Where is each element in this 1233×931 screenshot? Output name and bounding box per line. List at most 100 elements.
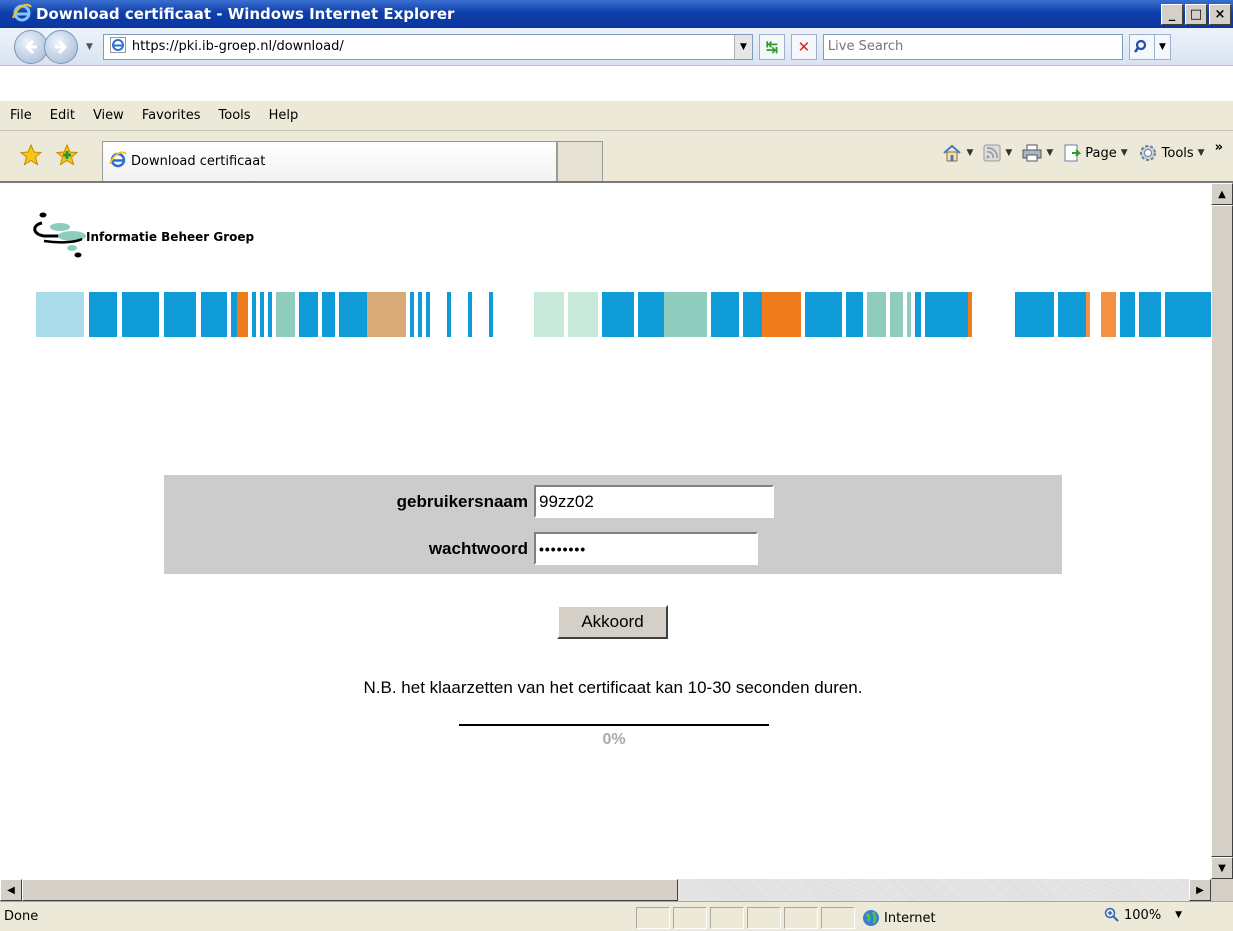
menu-edit[interactable]: Edit [50,108,75,123]
back-button[interactable] [14,29,48,64]
title-bar[interactable]: Download certificaat - Windows Internet … [0,0,1233,28]
toolbar-overflow-button[interactable]: » [1215,140,1223,155]
page-menu-button[interactable]: Page ▼ [1063,144,1128,162]
tab-download-certificaat[interactable]: Download certificaat [102,141,557,181]
add-to-favorites-icon[interactable] [55,143,79,169]
stripe-segment [201,292,227,337]
address-toolbar: ▼ https://pki.ib-groep.nl/download/ ▼ ↹ … [0,28,1233,66]
status-text: Done [4,909,39,924]
feeds-button[interactable]: ▼ [983,144,1012,162]
stripe-segment [602,292,634,337]
stripe-segment [451,292,468,337]
home-button[interactable]: ▼ [942,143,973,163]
zoom-icon [1104,907,1119,922]
search-field[interactable] [822,33,1123,60]
username-label: gebruikersnaam [396,491,528,511]
vertical-scrollbar[interactable]: ▲ ▼ [1211,183,1233,879]
gear-icon [1139,145,1156,161]
address-field[interactable]: https://pki.ib-groep.nl/download/ ▼ [102,33,753,60]
stripe-segment [276,292,295,337]
rss-icon [983,144,1001,162]
scroll-left-icon[interactable]: ◀ [0,879,22,901]
menu-file[interactable]: File [10,108,32,123]
password-input[interactable]: •••••••• [534,532,758,565]
stripe-segment [711,292,739,337]
stripe-segment [472,292,489,337]
stripe-segment [367,292,406,337]
zone-label: Internet [884,910,936,926]
search-icon [1133,39,1147,53]
recent-pages-dropdown-icon[interactable]: ▼ [86,42,93,52]
akkoord-button[interactable]: Akkoord [557,605,668,639]
stripe-segment [322,292,335,337]
ibg-logo-icon [33,212,86,258]
logo-text: Informatie Beheer Groep [86,230,255,244]
security-zone[interactable]: Internet [862,907,1096,929]
ibg-logo: Informatie Beheer Groep [30,211,254,261]
decorative-color-stripe [36,292,1211,337]
menu-tools[interactable]: Tools [219,108,251,123]
search-options-dropdown-icon[interactable]: ▼ [1154,33,1171,60]
menu-view[interactable]: View [93,108,124,123]
progress-bar [459,724,769,726]
forward-button[interactable] [44,29,78,64]
stripe-segment [339,292,367,337]
refresh-icon: ↹ [765,37,779,56]
horizontal-scroll-thumb[interactable] [22,879,678,901]
username-input[interactable]: 99zz02 [534,485,774,518]
tab-label: Download certificaat [131,154,266,169]
zoom-control[interactable]: 100% ▼ [1104,907,1182,923]
new-tab-button[interactable] [557,141,603,181]
status-pane [784,907,818,929]
stripe-segment [664,292,707,337]
scroll-down-icon[interactable]: ▼ [1211,857,1233,879]
stop-icon: ✕ [797,37,811,56]
favorites-bar: Download certificaat ▼ ▼ ▼ Page ▼ Tools … [0,131,1233,183]
ie-logo-icon [12,3,32,26]
address-dropdown-icon[interactable]: ▼ [733,34,752,59]
status-pane [636,907,670,929]
refresh-button[interactable]: ↹ [758,33,785,60]
password-label: wachtwoord [428,538,528,558]
stripe-segment [846,292,863,337]
stripe-segment [299,292,318,337]
horizontal-scrollbar[interactable]: ◀ ▶ [0,879,1211,901]
vertical-scroll-thumb[interactable] [1211,205,1233,857]
search-input[interactable] [823,39,1122,54]
stripe-segment [1120,292,1135,337]
menu-favorites[interactable]: Favorites [142,108,201,123]
stripe-segment [1090,292,1101,337]
stripe-segment [1058,292,1086,337]
menu-help[interactable]: Help [269,108,299,123]
stripe-segment [1165,292,1211,337]
print-button[interactable]: ▼ [1022,144,1053,162]
tools-menu-label: Tools [1161,145,1194,161]
home-icon [943,144,962,162]
password-row: wachtwoord •••••••• [429,532,758,565]
page-icon [1064,144,1082,162]
tab-ie-icon [109,150,127,173]
tools-menu-button[interactable]: Tools ▼ [1138,143,1205,163]
maximize-button[interactable]: □ [1185,4,1207,25]
zoom-level: 100% [1124,907,1162,923]
ie-page-icon [109,37,126,56]
back-arrow-icon [24,39,37,54]
stripe-segment [89,292,117,337]
scroll-right-icon[interactable]: ▶ [1189,879,1211,901]
stripe-segment [237,292,248,337]
search-button[interactable] [1128,33,1155,60]
status-pane [710,907,744,929]
url-text: https://pki.ib-groep.nl/download/ [131,39,344,54]
stop-button[interactable]: ✕ [790,33,817,60]
forward-arrow-icon [55,39,68,54]
printer-icon [1022,144,1042,162]
scroll-up-icon[interactable]: ▲ [1211,183,1233,205]
login-panel: gebruikersnaam 99zz02 wachtwoord •••••••… [164,475,1062,574]
zoom-dropdown-icon[interactable]: ▼ [1175,910,1182,920]
status-bar: Done Internet 100% ▼ [0,901,1233,931]
stripe-segment [805,292,842,337]
minimize-button[interactable]: _ [1161,4,1183,25]
stripe-segment [493,292,534,337]
close-button[interactable]: × [1209,4,1231,25]
favorites-center-star-icon[interactable] [19,143,43,169]
